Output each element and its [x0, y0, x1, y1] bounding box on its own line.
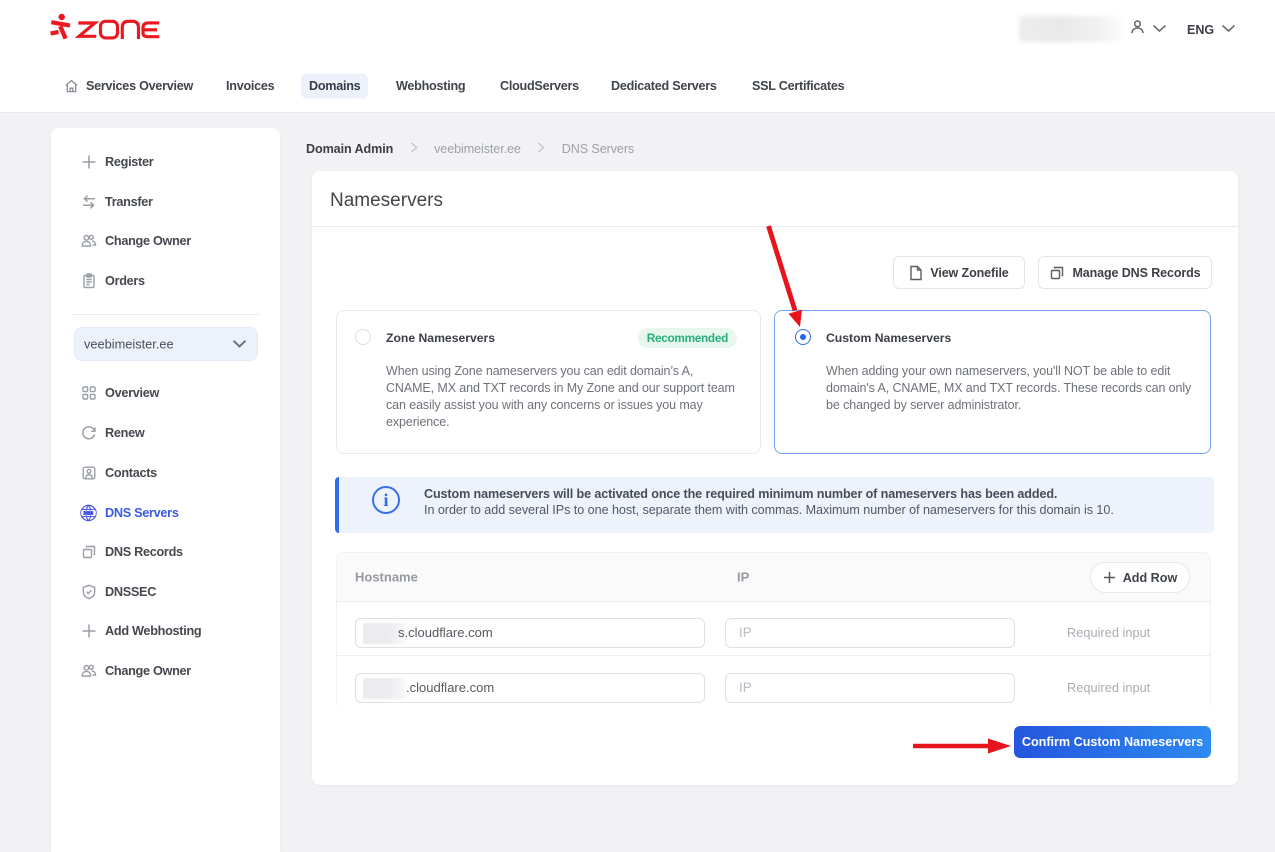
svg-text:DNS: DNS	[84, 510, 93, 515]
